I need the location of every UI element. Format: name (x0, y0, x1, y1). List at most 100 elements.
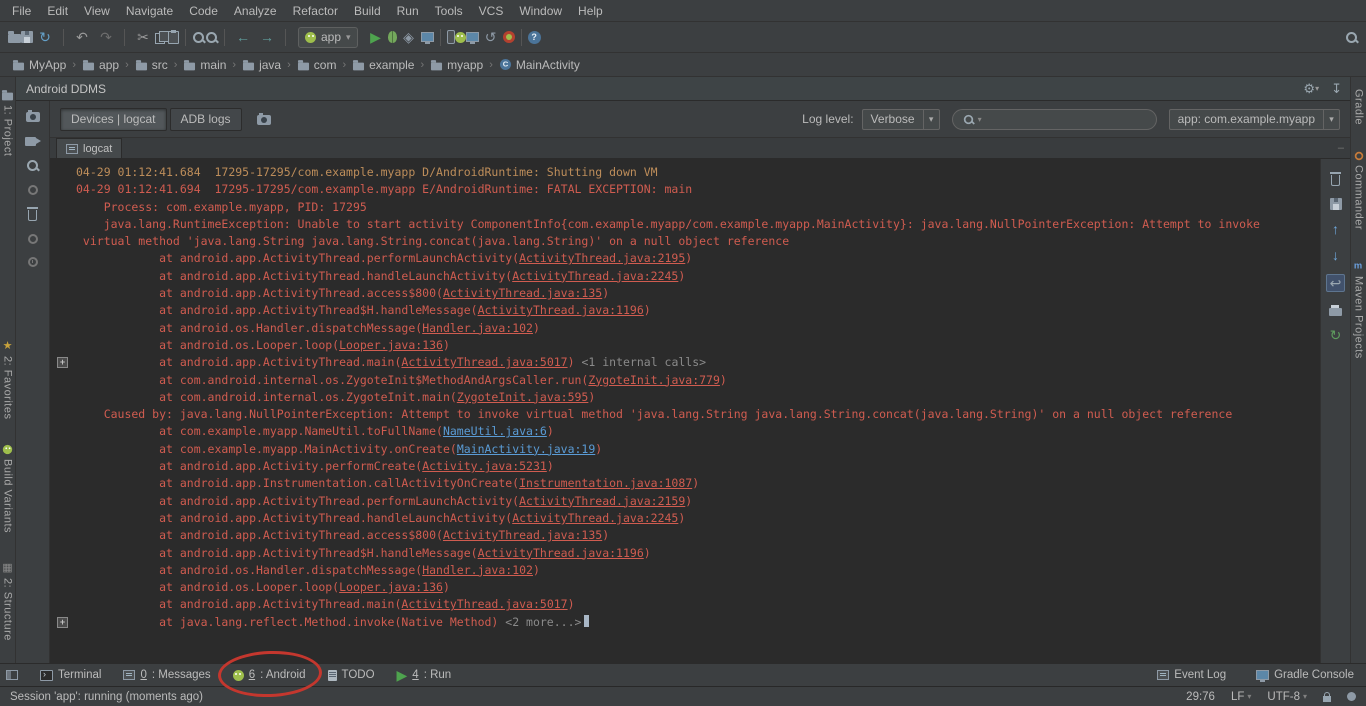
save-all-icon[interactable] (21, 31, 33, 43)
method-trace-icon[interactable] (28, 257, 38, 267)
menu-file[interactable]: File (4, 2, 39, 20)
crumb-com[interactable]: com (295, 57, 339, 73)
crumb-app[interactable]: app (80, 57, 121, 73)
menu-tools[interactable]: Tools (427, 2, 471, 20)
hide-panel-icon[interactable]: ↧ (1331, 82, 1342, 95)
menu-view[interactable]: View (76, 2, 118, 20)
menu-build[interactable]: Build (346, 2, 389, 20)
stripe-commander[interactable]: Commander (1353, 151, 1365, 230)
undo-icon[interactable]: ↶ (70, 26, 94, 48)
tab-run[interactable]: ▶4: Run (397, 668, 452, 682)
prev-stack-trace-icon[interactable]: ↑ (1332, 222, 1339, 236)
export-log-icon[interactable] (1330, 198, 1342, 210)
stack-trace-link[interactable]: ActivityThread.java:5017 (401, 355, 567, 369)
crumb-main[interactable]: main (181, 57, 228, 73)
stack-trace-link[interactable]: ActivityThread.java:5017 (401, 597, 567, 611)
crumb-mainactivity[interactable]: MainActivity (497, 57, 582, 73)
expand-fold-icon[interactable]: + (57, 617, 68, 628)
stripe-build-variants[interactable]: Build Variants (2, 444, 14, 533)
ddms-tab-adb-logs[interactable]: ADB logs (170, 108, 242, 131)
menu-code[interactable]: Code (181, 2, 226, 20)
run-config-select[interactable]: app▾ (298, 27, 358, 48)
menu-analyze[interactable]: Analyze (226, 2, 285, 20)
crumb-myapp[interactable]: myapp (428, 57, 485, 73)
menu-edit[interactable]: Edit (39, 2, 76, 20)
stack-trace-link[interactable]: MainActivity.java:19 (457, 442, 595, 456)
crumb-src[interactable]: src (133, 57, 170, 73)
encoding[interactable]: UTF-8▾ (1267, 691, 1307, 703)
soft-wrap-icon[interactable]: ↩ (1326, 274, 1346, 292)
stripe-favorites[interactable]: ★2: Favorites (2, 341, 14, 419)
coverage-icon[interactable]: ◈ (397, 26, 421, 48)
cut-icon[interactable]: ✂ (131, 26, 155, 48)
ddms-tab-devices-logcat[interactable]: Devices | logcat (60, 108, 167, 131)
heap-dump-icon[interactable] (28, 234, 38, 244)
capture-info-icon[interactable] (26, 159, 39, 172)
lock-icon[interactable] (1323, 696, 1331, 702)
menu-help[interactable]: Help (570, 2, 611, 20)
menu-run[interactable]: Run (389, 2, 427, 20)
stack-trace-link[interactable]: Instrumentation.java:1087 (519, 476, 692, 490)
tab-terminal[interactable]: Terminal (40, 669, 101, 681)
gradle-sync-icon[interactable]: ↺ (479, 26, 503, 48)
open-icon[interactable] (8, 34, 21, 43)
tab-logcat[interactable]: logcat (56, 138, 122, 158)
sdk-manager-icon[interactable] (455, 32, 466, 43)
tool-windows-icon[interactable] (6, 670, 18, 680)
next-stack-trace-icon[interactable]: ↓ (1332, 248, 1339, 262)
device-monitor-icon[interactable] (466, 32, 479, 42)
copy-icon[interactable] (155, 31, 168, 43)
highlighting-level-icon[interactable] (1347, 692, 1356, 701)
debug-icon[interactable] (388, 31, 397, 43)
menu-navigate[interactable]: Navigate (118, 2, 181, 20)
back-icon[interactable]: ← (231, 26, 255, 48)
app-filter-select[interactable]: app: com.example.myapp ▾ (1169, 109, 1340, 130)
logcat-search[interactable]: ▾ (952, 109, 1157, 130)
screenshot-icon[interactable] (257, 115, 271, 125)
stack-trace-link[interactable]: ActivityThread.java:135 (443, 528, 602, 542)
attach-debugger-icon[interactable] (503, 31, 515, 43)
stack-trace-link[interactable]: Activity.java:5231 (422, 459, 547, 473)
stack-trace-link[interactable]: ActivityThread.java:1196 (478, 303, 644, 317)
logcat-search-input[interactable] (985, 113, 1147, 125)
redo-icon[interactable]: ↷ (94, 26, 118, 48)
replace-icon[interactable] (205, 31, 218, 44)
stack-trace-link[interactable]: Handler.java:102 (422, 563, 533, 577)
line-separator[interactable]: LF▾ (1231, 691, 1251, 703)
stack-trace-link[interactable]: ActivityThread.java:1196 (478, 546, 644, 560)
crumb-java[interactable]: java (240, 57, 283, 73)
stack-trace-link[interactable]: ActivityThread.java:2245 (512, 269, 678, 283)
profile-icon[interactable] (421, 32, 434, 42)
menu-vcs[interactable]: VCS (471, 2, 512, 20)
stripe-structure[interactable]: ▦2: Structure (2, 563, 14, 641)
stack-trace-link[interactable]: ZygoteInit.java:595 (457, 390, 589, 404)
gear-icon[interactable]: ⚙▾ (1303, 82, 1319, 95)
screen-record-icon[interactable] (25, 137, 36, 146)
forward-icon[interactable]: → (255, 26, 279, 48)
crumb-example[interactable]: example (350, 57, 416, 73)
stack-trace-link[interactable]: ActivityThread.java:2195 (519, 251, 685, 265)
stack-trace-link[interactable]: ZygoteInit.java:779 (588, 373, 720, 387)
stack-trace-link[interactable]: ActivityThread.java:2245 (512, 511, 678, 525)
clear-log-icon[interactable] (1331, 175, 1340, 186)
find-icon[interactable] (192, 31, 205, 44)
expand-fold-icon[interactable]: + (57, 357, 68, 368)
rerun-icon[interactable]: ↻ (1330, 328, 1342, 342)
stripe-maven-projects[interactable]: Maven Projects (1353, 258, 1365, 359)
float-icon[interactable]: – (1338, 143, 1344, 154)
stack-trace-link[interactable]: NameUtil.java:6 (443, 424, 547, 438)
tab-messages[interactable]: 0: Messages (123, 669, 210, 681)
log-level-select[interactable]: Verbose ▾ (862, 109, 940, 130)
menu-refactor[interactable]: Refactor (285, 2, 346, 20)
tab-todo[interactable]: TODO (328, 669, 375, 681)
print-icon[interactable] (1329, 308, 1342, 316)
stack-trace-link[interactable]: ActivityThread.java:2159 (519, 494, 685, 508)
stack-trace-link[interactable]: Looper.java:136 (339, 338, 443, 352)
help-icon[interactable] (528, 31, 541, 44)
crumb-myap-p[interactable]: MyAp​p (10, 57, 68, 73)
menu-window[interactable]: Window (511, 2, 570, 20)
stripe-gradle[interactable]: Gradle (1353, 89, 1365, 125)
event-log-button[interactable]: Event Log (1157, 669, 1226, 681)
paste-icon[interactable] (168, 31, 179, 44)
stack-trace-link[interactable]: Handler.java:102 (422, 321, 533, 335)
